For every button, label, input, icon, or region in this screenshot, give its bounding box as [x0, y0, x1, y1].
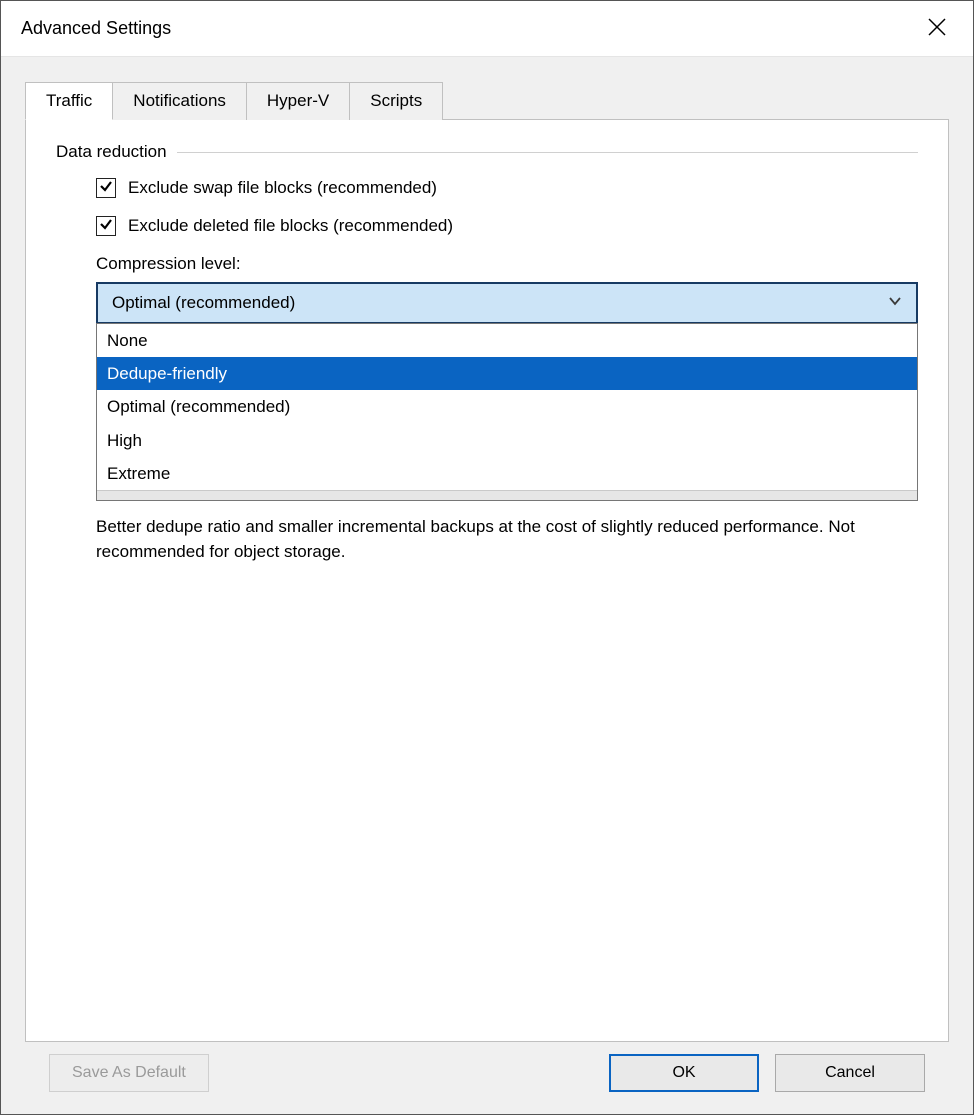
- divider: [177, 152, 918, 153]
- checkbox-exclude-swap-label: Exclude swap file blocks (recommended): [128, 178, 437, 198]
- option-high[interactable]: High: [97, 424, 917, 457]
- chevron-down-icon: [888, 293, 902, 313]
- close-icon: [928, 18, 946, 40]
- group-data-reduction: Data reduction: [56, 142, 918, 162]
- compression-description: Better dedupe ratio and smaller incremen…: [96, 515, 886, 564]
- option-extreme[interactable]: Extreme: [97, 457, 917, 490]
- tab-traffic[interactable]: Traffic: [25, 82, 113, 120]
- compression-dropdown: None Dedupe-friendly Optimal (recommende…: [96, 323, 918, 501]
- button-bar: Save As Default OK Cancel: [25, 1042, 949, 1114]
- compression-level-label: Compression level:: [96, 254, 918, 274]
- checkmark-icon: [99, 217, 113, 235]
- checkbox-exclude-deleted-label: Exclude deleted file blocks (recommended…: [128, 216, 453, 236]
- group-label: Data reduction: [56, 142, 167, 162]
- window-title: Advanced Settings: [21, 18, 171, 39]
- tab-scripts[interactable]: Scripts: [349, 82, 443, 120]
- option-optimal[interactable]: Optimal (recommended): [97, 390, 917, 423]
- checkbox-exclude-swap[interactable]: [96, 178, 116, 198]
- tab-notifications[interactable]: Notifications: [112, 82, 247, 120]
- tab-panel-traffic: Data reduction Exclude swap file blocks …: [25, 119, 949, 1042]
- dialog-body: Traffic Notifications Hyper-V Scripts Da…: [1, 57, 973, 1114]
- titlebar: Advanced Settings: [1, 1, 973, 57]
- checkmark-icon: [99, 179, 113, 197]
- save-as-default-button: Save As Default: [49, 1054, 209, 1092]
- checkbox-exclude-deleted[interactable]: [96, 216, 116, 236]
- checkbox-exclude-deleted-row[interactable]: Exclude deleted file blocks (recommended…: [96, 216, 918, 236]
- compression-level-select[interactable]: Optimal (recommended): [96, 282, 918, 324]
- cancel-button[interactable]: Cancel: [775, 1054, 925, 1092]
- dropdown-footer: [97, 490, 917, 500]
- ok-button[interactable]: OK: [609, 1054, 759, 1092]
- compression-selected-value: Optimal (recommended): [112, 293, 295, 313]
- compression-combo-wrap: Optimal (recommended) None Dedupe-friend…: [96, 282, 918, 501]
- close-button[interactable]: [917, 9, 957, 49]
- tabstrip: Traffic Notifications Hyper-V Scripts: [25, 81, 949, 119]
- tab-hyper-v[interactable]: Hyper-V: [246, 82, 350, 120]
- advanced-settings-dialog: Advanced Settings Traffic Notifications …: [0, 0, 974, 1115]
- checkbox-exclude-swap-row[interactable]: Exclude swap file blocks (recommended): [96, 178, 918, 198]
- option-dedupe-friendly[interactable]: Dedupe-friendly: [97, 357, 917, 390]
- option-none[interactable]: None: [97, 324, 917, 357]
